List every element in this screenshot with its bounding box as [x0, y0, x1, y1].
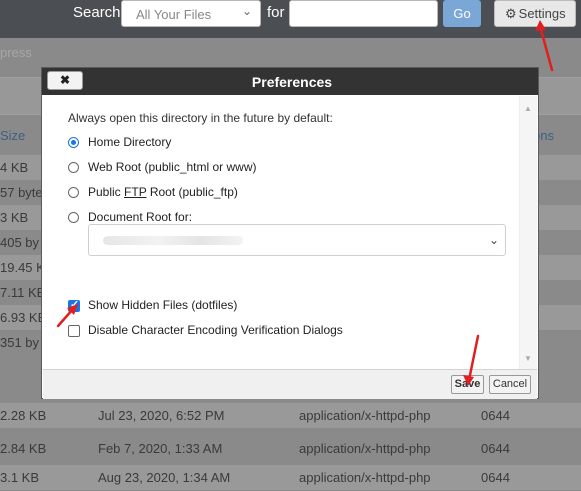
arrow-annotation-icon	[538, 24, 554, 72]
arrow-annotation-icon	[467, 334, 480, 382]
arrow-annotation-icon	[535, 20, 546, 31]
annotation-arrows	[56, 20, 554, 386]
arrow-annotation-icon	[463, 375, 474, 386]
